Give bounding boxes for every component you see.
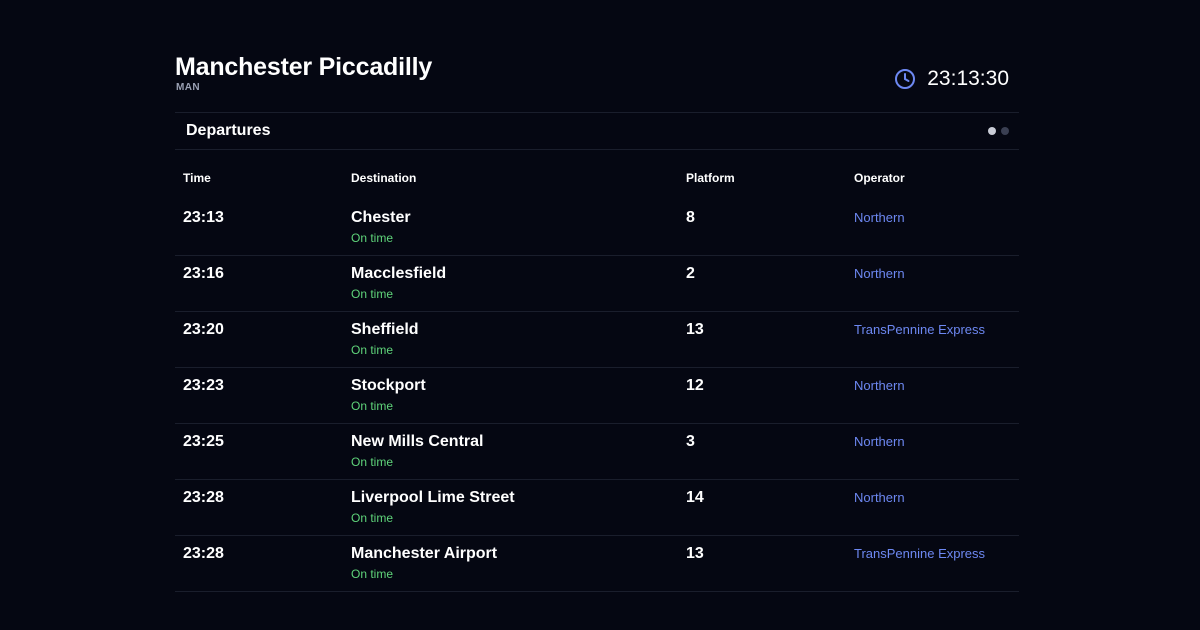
station-header: Manchester Piccadilly MAN 23:13:30 (175, 52, 1019, 102)
departure-time: 23:16 (183, 265, 224, 282)
table-row: 23:28 Manchester Airport On time 13 Tran… (175, 536, 1019, 592)
operator-link[interactable]: Northern (854, 490, 905, 505)
destination-name: Chester (351, 209, 411, 226)
table-row: 23:20 Sheffield On time 13 TransPennine … (175, 312, 1019, 368)
status-text: On time (351, 287, 394, 301)
table-row: 23:28 Liverpool Lime Street On time 14 N… (175, 480, 1019, 536)
table-row: 23:13 Chester On time 8 Northern (175, 200, 1019, 256)
column-header-time: Time (183, 171, 211, 185)
destination-cell: Sheffield On time (351, 321, 419, 357)
platform-number: 3 (686, 433, 695, 450)
page-dot[interactable] (1001, 127, 1009, 135)
departure-time: 23:23 (183, 377, 224, 394)
platform-number: 14 (686, 489, 704, 506)
destination-name: Stockport (351, 377, 426, 394)
departure-time: 23:28 (183, 545, 224, 562)
destination-cell: Stockport On time (351, 377, 426, 413)
station-code: MAN (176, 82, 200, 93)
page-indicator (988, 127, 1009, 135)
clock-icon (894, 68, 916, 90)
destination-name: Sheffield (351, 321, 419, 338)
destination-cell: Macclesfield On time (351, 265, 446, 301)
platform-number: 13 (686, 545, 704, 562)
platform-number: 12 (686, 377, 704, 394)
status-text: On time (351, 343, 394, 357)
clock: 23:13:30 (894, 66, 1009, 92)
status-text: On time (351, 231, 394, 245)
status-text: On time (351, 399, 394, 413)
destination-name: New Mills Central (351, 433, 484, 450)
destination-name: Macclesfield (351, 265, 447, 282)
platform-number: 8 (686, 209, 695, 226)
destination-cell: Liverpool Lime Street On time (351, 489, 515, 525)
departure-time: 23:28 (183, 489, 224, 506)
destination-cell: Manchester Airport On time (351, 545, 497, 581)
table-row: 23:23 Stockport On time 12 Northern (175, 368, 1019, 424)
departures-table: Time Destination Platform Operator 23:13… (175, 150, 1019, 592)
column-header-destination: Destination (351, 171, 417, 185)
status-text: On time (351, 455, 394, 469)
operator-link[interactable]: Northern (854, 434, 905, 449)
table-row: 23:16 Macclesfield On time 2 Northern (175, 256, 1019, 312)
table-row: 23:25 New Mills Central On time 3 Northe… (175, 424, 1019, 480)
section-title: Departures (186, 122, 271, 139)
page-dot-active[interactable] (988, 127, 996, 135)
column-header-platform: Platform (686, 171, 735, 185)
destination-name: Liverpool Lime Street (351, 489, 515, 506)
departure-time: 23:13 (183, 209, 224, 226)
departures-section-bar: Departures (175, 112, 1019, 150)
destination-cell: Chester On time (351, 209, 411, 245)
platform-number: 2 (686, 265, 695, 282)
status-text: On time (351, 567, 394, 581)
operator-link[interactable]: Northern (854, 266, 905, 281)
table-header: Time Destination Platform Operator (175, 150, 1019, 200)
platform-number: 13 (686, 321, 704, 338)
clock-time: 23:13:30 (927, 67, 1009, 90)
destination-cell: New Mills Central On time (351, 433, 483, 469)
departure-time: 23:20 (183, 321, 224, 338)
destination-name: Manchester Airport (351, 545, 498, 562)
departure-time: 23:25 (183, 433, 224, 450)
operator-link[interactable]: Northern (854, 210, 905, 225)
operator-link[interactable]: TransPennine Express (854, 322, 985, 337)
operator-link[interactable]: Northern (854, 378, 905, 393)
status-text: On time (351, 511, 394, 525)
column-header-operator: Operator (854, 171, 905, 185)
operator-link[interactable]: TransPennine Express (854, 546, 985, 561)
departure-board: Manchester Piccadilly MAN 23:13:30 Depar… (175, 0, 1019, 630)
station-name: Manchester Piccadilly (175, 53, 433, 81)
